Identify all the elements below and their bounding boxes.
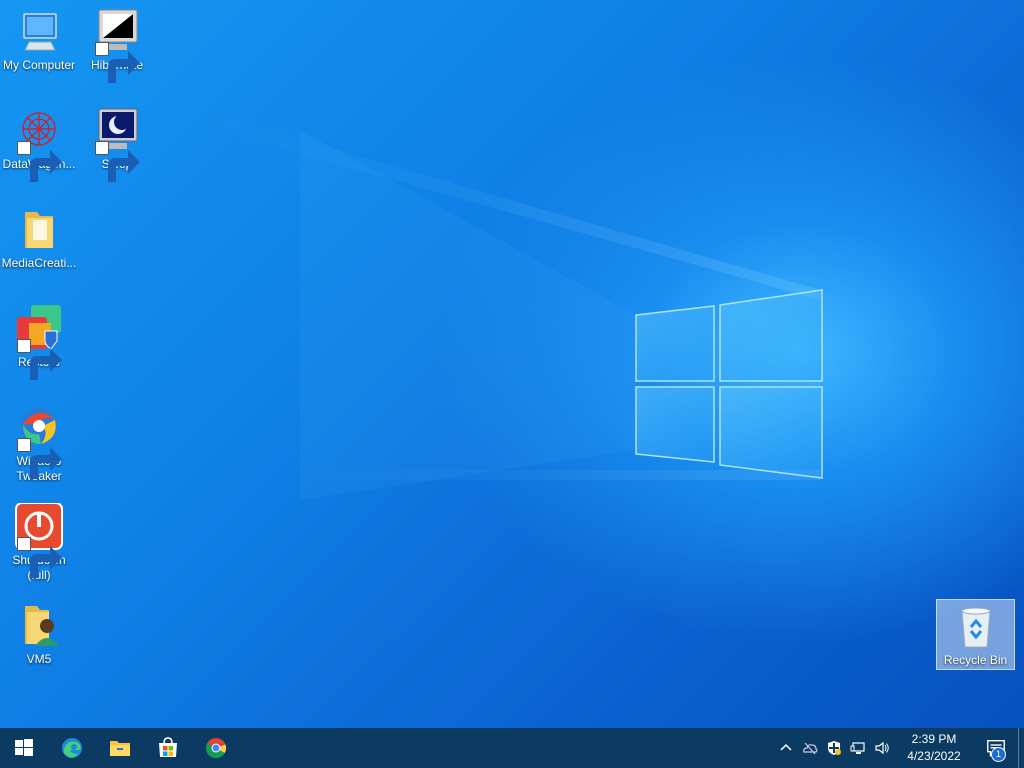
start-icon [15, 739, 33, 756]
desktop-icon-shutdown[interactable]: Shutdown (full) [0, 503, 78, 583]
edge-icon [62, 738, 82, 758]
desktop-icon-label: VM5 [26, 652, 52, 666]
windows-logo [635, 289, 823, 479]
desktop-icon-mediacreation[interactable]: MediaCreati... [0, 206, 78, 271]
winaero-tweaker-icon [15, 404, 63, 479]
shortcut-arrow-icon [95, 42, 140, 83]
shortcut-arrow-icon [17, 438, 62, 479]
clock-time: 2:39 PM [911, 732, 957, 746]
desktop-icon-my-computer[interactable]: My Computer [0, 8, 78, 73]
chevron-up-icon [780, 743, 792, 751]
action-center-button[interactable]: 1 [974, 728, 1018, 768]
shortcut-arrow-icon [95, 141, 140, 182]
restoro-icon [15, 305, 63, 380]
shortcut-arrow-icon [17, 339, 62, 380]
onedrive-offline-icon [803, 742, 818, 755]
start-button[interactable] [0, 728, 48, 768]
user-folder-icon [15, 602, 63, 650]
volume-tray-button[interactable] [870, 728, 894, 768]
desktop-icon-hibernate[interactable]: Hibernate [78, 8, 156, 83]
taskbar-edge-button[interactable] [48, 728, 96, 768]
sleep-icon [93, 107, 141, 182]
file-explorer-icon [110, 741, 130, 756]
security-tray-button[interactable] [822, 728, 846, 768]
show-desktop-button[interactable] [1018, 728, 1024, 768]
onedrive-tray-button[interactable] [798, 728, 822, 768]
taskbar-store-button[interactable] [144, 728, 192, 768]
desktop-icon-label: Recycle Bin [943, 653, 1008, 667]
security-icon [828, 741, 841, 755]
network-icon [850, 742, 865, 754]
folder-icon [15, 206, 63, 254]
taskbar: 2:39 PM 4/23/2022 1 [0, 728, 1024, 768]
desktop-icon-restoro[interactable]: Restoro [0, 305, 78, 380]
computer-icon [15, 8, 63, 56]
notification-count-badge: 1 [991, 747, 1006, 762]
desktop-icon-vm5[interactable]: VM5 [0, 602, 78, 667]
clock-date: 4/23/2022 [907, 749, 961, 763]
desktop-icon-recycle-bin[interactable]: Recycle Bin [936, 599, 1015, 670]
recycle-bin-icon [952, 603, 1000, 651]
show-hidden-icons-button[interactable] [774, 728, 798, 768]
store-icon [159, 737, 177, 757]
desktop-icon-winaero-tweaker[interactable]: Winaero Tweaker [0, 404, 78, 484]
taskbar-chrome-button[interactable] [192, 728, 240, 768]
taskbar-file-explorer-button[interactable] [96, 728, 144, 768]
desktop-icon-label: MediaCreati... [1, 256, 77, 270]
desktop-icon-datawagon[interactable]: DataWagon... [0, 107, 78, 182]
desktop-icon-label: My Computer [2, 58, 76, 72]
hibernate-icon [93, 8, 141, 83]
chrome-icon [205, 738, 227, 759]
datawagon-icon [15, 107, 63, 182]
volume-icon [875, 741, 889, 755]
shortcut-arrow-icon [17, 537, 62, 578]
system-tray: 2:39 PM 4/23/2022 1 [774, 728, 1024, 768]
desktop-icon-sleep[interactable]: Sleep [78, 107, 156, 182]
shutdown-icon [15, 503, 63, 578]
clock[interactable]: 2:39 PM 4/23/2022 [894, 731, 974, 765]
network-tray-button[interactable] [846, 728, 870, 768]
shortcut-arrow-icon [17, 141, 62, 182]
